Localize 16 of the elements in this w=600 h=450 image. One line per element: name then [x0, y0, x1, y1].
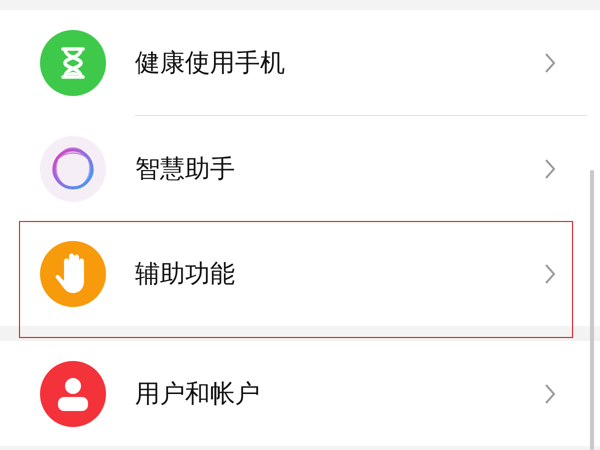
- person-icon: [40, 360, 106, 426]
- item-label: 辅助功能: [135, 258, 236, 290]
- ring-icon: [40, 136, 106, 202]
- chevron-icon: [544, 158, 556, 180]
- item-label: 智慧助手: [135, 153, 236, 185]
- item-label: 用户和帐户: [135, 378, 261, 410]
- settings-item[interactable]: 健康使用手机: [0, 10, 600, 115]
- chevron-icon: [544, 382, 556, 404]
- settings-item[interactable]: 辅助功能: [0, 221, 600, 326]
- settings-item[interactable]: 用户和帐户: [0, 341, 600, 446]
- chevron-icon: [544, 52, 556, 74]
- hand-icon: [40, 240, 106, 306]
- item-label: 健康使用手机: [135, 47, 286, 79]
- chevron-icon: [544, 262, 556, 284]
- settings-item[interactable]: 智慧助手: [0, 116, 600, 221]
- hourglass-icon: [40, 30, 106, 96]
